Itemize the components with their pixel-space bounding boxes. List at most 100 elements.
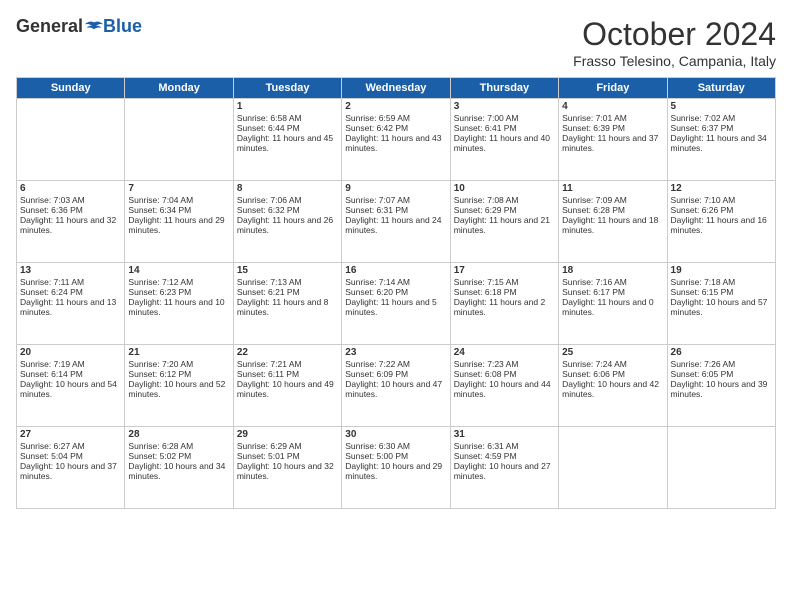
calendar-cell: 23Sunrise: 7:22 AMSunset: 6:09 PMDayligh…	[342, 345, 450, 427]
calendar-week-row: 13Sunrise: 7:11 AMSunset: 6:24 PMDayligh…	[17, 263, 776, 345]
daylight-text: Daylight: 11 hours and 8 minutes.	[237, 297, 338, 317]
day-number: 20	[20, 347, 121, 358]
calendar-cell: 29Sunrise: 6:29 AMSunset: 5:01 PMDayligh…	[233, 427, 341, 509]
sunrise-text: Sunrise: 7:13 AM	[237, 277, 338, 287]
day-number: 7	[128, 183, 229, 194]
sunset-text: Sunset: 6:09 PM	[345, 369, 446, 379]
sunset-text: Sunset: 6:28 PM	[562, 205, 663, 215]
calendar-cell: 10Sunrise: 7:08 AMSunset: 6:29 PMDayligh…	[450, 181, 558, 263]
calendar-cell: 12Sunrise: 7:10 AMSunset: 6:26 PMDayligh…	[667, 181, 775, 263]
daylight-text: Daylight: 11 hours and 37 minutes.	[562, 133, 663, 153]
sunset-text: Sunset: 4:59 PM	[454, 451, 555, 461]
sunset-text: Sunset: 6:31 PM	[345, 205, 446, 215]
day-number: 3	[454, 101, 555, 112]
calendar-day-header: Thursday	[450, 78, 558, 99]
sunrise-text: Sunrise: 6:58 AM	[237, 113, 338, 123]
calendar-cell: 17Sunrise: 7:15 AMSunset: 6:18 PMDayligh…	[450, 263, 558, 345]
calendar-cell	[17, 99, 125, 181]
calendar-day-header: Friday	[559, 78, 667, 99]
day-number: 13	[20, 265, 121, 276]
calendar-cell: 30Sunrise: 6:30 AMSunset: 5:00 PMDayligh…	[342, 427, 450, 509]
calendar-day-header: Wednesday	[342, 78, 450, 99]
sunrise-text: Sunrise: 7:11 AM	[20, 277, 121, 287]
sunrise-text: Sunrise: 7:24 AM	[562, 359, 663, 369]
calendar-cell: 7Sunrise: 7:04 AMSunset: 6:34 PMDaylight…	[125, 181, 233, 263]
calendar-cell: 3Sunrise: 7:00 AMSunset: 6:41 PMDaylight…	[450, 99, 558, 181]
sunrise-text: Sunrise: 7:15 AM	[454, 277, 555, 287]
sunrise-text: Sunrise: 7:03 AM	[20, 195, 121, 205]
sunrise-text: Sunrise: 7:09 AM	[562, 195, 663, 205]
day-number: 9	[345, 183, 446, 194]
month-title: October 2024	[573, 16, 776, 53]
daylight-text: Daylight: 10 hours and 54 minutes.	[20, 379, 121, 399]
sunrise-text: Sunrise: 6:31 AM	[454, 441, 555, 451]
sunset-text: Sunset: 6:08 PM	[454, 369, 555, 379]
daylight-text: Daylight: 10 hours and 57 minutes.	[671, 297, 772, 317]
day-number: 21	[128, 347, 229, 358]
daylight-text: Daylight: 11 hours and 2 minutes.	[454, 297, 555, 317]
sunset-text: Sunset: 6:12 PM	[128, 369, 229, 379]
daylight-text: Daylight: 11 hours and 45 minutes.	[237, 133, 338, 153]
day-number: 1	[237, 101, 338, 112]
calendar: SundayMondayTuesdayWednesdayThursdayFrid…	[16, 77, 776, 509]
calendar-cell: 4Sunrise: 7:01 AMSunset: 6:39 PMDaylight…	[559, 99, 667, 181]
daylight-text: Daylight: 11 hours and 10 minutes.	[128, 297, 229, 317]
sunrise-text: Sunrise: 7:23 AM	[454, 359, 555, 369]
sunset-text: Sunset: 6:32 PM	[237, 205, 338, 215]
day-number: 6	[20, 183, 121, 194]
logo-text: General Blue	[16, 16, 142, 37]
calendar-cell: 2Sunrise: 6:59 AMSunset: 6:42 PMDaylight…	[342, 99, 450, 181]
sunrise-text: Sunrise: 7:02 AM	[671, 113, 772, 123]
sunset-text: Sunset: 6:42 PM	[345, 123, 446, 133]
sunset-text: Sunset: 5:01 PM	[237, 451, 338, 461]
calendar-cell: 26Sunrise: 7:26 AMSunset: 6:05 PMDayligh…	[667, 345, 775, 427]
sunset-text: Sunset: 6:36 PM	[20, 205, 121, 215]
calendar-cell: 15Sunrise: 7:13 AMSunset: 6:21 PMDayligh…	[233, 263, 341, 345]
calendar-cell: 5Sunrise: 7:02 AMSunset: 6:37 PMDaylight…	[667, 99, 775, 181]
daylight-text: Daylight: 11 hours and 43 minutes.	[345, 133, 446, 153]
sunset-text: Sunset: 6:23 PM	[128, 287, 229, 297]
sunset-text: Sunset: 6:39 PM	[562, 123, 663, 133]
calendar-cell	[667, 427, 775, 509]
sunset-text: Sunset: 6:20 PM	[345, 287, 446, 297]
day-number: 15	[237, 265, 338, 276]
sunrise-text: Sunrise: 7:01 AM	[562, 113, 663, 123]
sunrise-text: Sunrise: 7:06 AM	[237, 195, 338, 205]
location: Frasso Telesino, Campania, Italy	[573, 53, 776, 69]
sunrise-text: Sunrise: 6:28 AM	[128, 441, 229, 451]
day-number: 29	[237, 429, 338, 440]
day-number: 16	[345, 265, 446, 276]
calendar-week-row: 6Sunrise: 7:03 AMSunset: 6:36 PM Daylight…	[17, 181, 776, 263]
day-number: 10	[454, 183, 555, 194]
daylight-text: Daylight: 11 hours and 16 minutes.	[671, 215, 772, 235]
logo-general: General	[16, 16, 83, 37]
sunrise-text: Sunrise: 7:04 AM	[128, 195, 229, 205]
day-number: 4	[562, 101, 663, 112]
title-block: October 2024 Frasso Telesino, Campania, …	[573, 16, 776, 69]
daylight-text: Daylight: 10 hours and 44 minutes.	[454, 379, 555, 399]
calendar-cell	[559, 427, 667, 509]
day-number: 8	[237, 183, 338, 194]
sunrise-text: Sunrise: 6:30 AM	[345, 441, 446, 451]
sunrise-text: Sunrise: 7:18 AM	[671, 277, 772, 287]
daylight-text: Daylight: 10 hours and 47 minutes.	[345, 379, 446, 399]
calendar-cell: 28Sunrise: 6:28 AMSunset: 5:02 PMDayligh…	[125, 427, 233, 509]
logo-bird-icon	[85, 20, 103, 34]
calendar-week-row: 1Sunrise: 6:58 AMSunset: 6:44 PMDaylight…	[17, 99, 776, 181]
daylight-text: Daylight: 10 hours and 32 minutes.	[237, 461, 338, 481]
logo: General Blue	[16, 16, 142, 37]
daylight-text: Daylight: 10 hours and 27 minutes.	[454, 461, 555, 481]
day-number: 19	[671, 265, 772, 276]
sunrise-text: Sunrise: 7:19 AM	[20, 359, 121, 369]
daylight-text: Daylight: 11 hours and 34 minutes.	[671, 133, 772, 153]
calendar-cell: 22Sunrise: 7:21 AMSunset: 6:11 PMDayligh…	[233, 345, 341, 427]
day-number: 11	[562, 183, 663, 194]
daylight-text: Daylight: 10 hours and 29 minutes.	[345, 461, 446, 481]
day-number: 12	[671, 183, 772, 194]
daylight-text: Daylight: 10 hours and 34 minutes.	[128, 461, 229, 481]
day-number: 27	[20, 429, 121, 440]
day-number: 28	[128, 429, 229, 440]
calendar-cell	[125, 99, 233, 181]
calendar-week-row: 27Sunrise: 6:27 AMSunset: 5:04 PMDayligh…	[17, 427, 776, 509]
sunset-text: Sunset: 6:34 PM	[128, 205, 229, 215]
